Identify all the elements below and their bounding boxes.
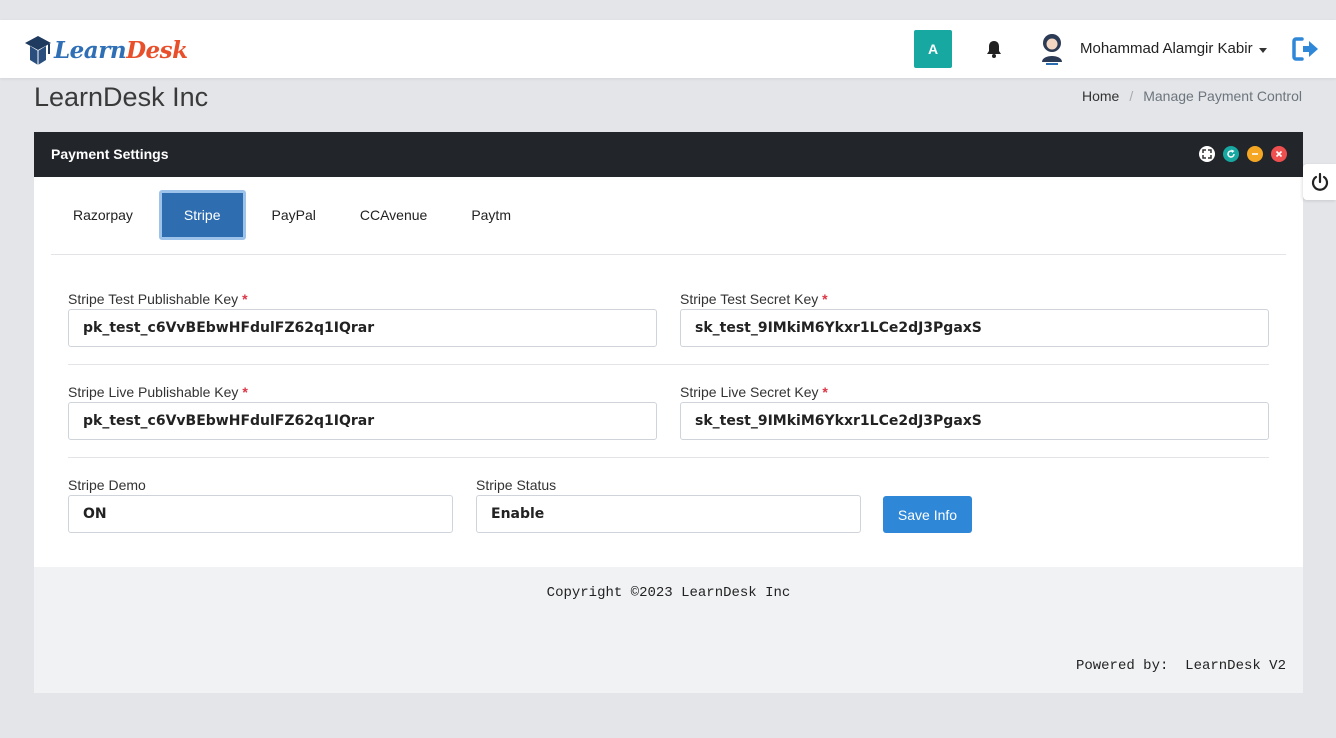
- stripe-demo-select[interactable]: ON: [68, 495, 453, 533]
- user-name: Mohammad Alamgir Kabir: [1080, 40, 1253, 57]
- card-footer: Copyright ©2023 LearnDesk Inc Powered by…: [34, 567, 1303, 693]
- breadcrumb-separator: /: [1129, 88, 1134, 104]
- tab-stripe[interactable]: Stripe: [158, 190, 246, 240]
- power-icon: [1311, 172, 1328, 191]
- live-publishable-key-label: Stripe Live Publishable Key *: [68, 384, 248, 400]
- logout-icon[interactable]: [1292, 36, 1320, 62]
- test-secret-key-label: Stripe Test Secret Key *: [680, 291, 828, 307]
- live-secret-key-input[interactable]: sk_test_9IMkiM6Ykxr1LCe2dJ3PgaxS: [680, 402, 1269, 440]
- card-tools: [1199, 146, 1287, 162]
- save-info-button[interactable]: Save Info: [883, 496, 972, 533]
- top-strip: [0, 0, 1336, 20]
- row-divider: [68, 457, 1269, 458]
- required-marker: *: [242, 384, 248, 400]
- user-avatar[interactable]: [1038, 32, 1066, 66]
- gateway-tabs: Razorpay Stripe PayPal CCAvenue Paytm: [51, 190, 533, 240]
- tab-divider: [51, 254, 1286, 255]
- stripe-status-select[interactable]: Enable: [476, 495, 861, 533]
- copyright-text: Copyright ©2023 LearnDesk Inc: [546, 585, 791, 601]
- required-marker: *: [822, 384, 828, 400]
- top-navbar: LearnDesk A Mohammad Alamgir Kabir: [0, 20, 1336, 78]
- live-publishable-key-input[interactable]: pk_test_c6VvBEbwHFdulFZ62q1IQrar: [68, 402, 657, 440]
- required-marker: *: [242, 291, 248, 307]
- row-divider: [68, 364, 1269, 365]
- language-button[interactable]: A: [914, 30, 952, 68]
- powered-by-text: Powered by: LearnDesk V2: [1075, 658, 1286, 674]
- tab-paypal[interactable]: PayPal: [250, 190, 338, 240]
- stripe-demo-label: Stripe Demo: [68, 477, 146, 493]
- page-title: LearnDesk Inc: [34, 82, 209, 112]
- brand-name: LearnDesk: [54, 36, 188, 64]
- breadcrumb: Home / Manage Payment Control: [1082, 88, 1302, 104]
- tab-paytm[interactable]: Paytm: [449, 190, 533, 240]
- payment-settings-card: Payment Settings Razorpay Stripe PayPal …: [34, 132, 1303, 693]
- chevron-down-icon: [1258, 47, 1267, 53]
- graduation-cap-icon: [25, 36, 51, 65]
- stripe-status-label: Stripe Status: [476, 477, 557, 493]
- test-publishable-key-label: Stripe Test Publishable Key *: [68, 291, 248, 307]
- breadcrumb-current: Manage Payment Control: [1143, 88, 1302, 104]
- refresh-icon[interactable]: [1223, 146, 1239, 162]
- test-publishable-key-input[interactable]: pk_test_c6VvBEbwHFdulFZ62q1IQrar: [68, 309, 657, 347]
- live-secret-key-label: Stripe Live Secret Key *: [680, 384, 828, 400]
- breadcrumb-home[interactable]: Home: [1082, 88, 1119, 104]
- user-menu[interactable]: Mohammad Alamgir Kabir: [1080, 40, 1267, 57]
- bell-icon[interactable]: [984, 39, 1004, 59]
- card-title: Payment Settings: [51, 146, 169, 162]
- test-secret-key-input[interactable]: sk_test_9IMkiM6Ykxr1LCe2dJ3PgaxS: [680, 309, 1269, 347]
- tab-razorpay[interactable]: Razorpay: [51, 190, 155, 240]
- tab-ccavenue[interactable]: CCAvenue: [338, 190, 449, 240]
- minimize-icon[interactable]: [1247, 146, 1263, 162]
- side-power-button[interactable]: [1303, 164, 1336, 200]
- required-marker: *: [822, 291, 828, 307]
- card-header: Payment Settings: [34, 132, 1303, 177]
- fullscreen-icon[interactable]: [1199, 146, 1215, 162]
- brand-logo[interactable]: LearnDesk: [24, 33, 188, 67]
- close-icon[interactable]: [1271, 146, 1287, 162]
